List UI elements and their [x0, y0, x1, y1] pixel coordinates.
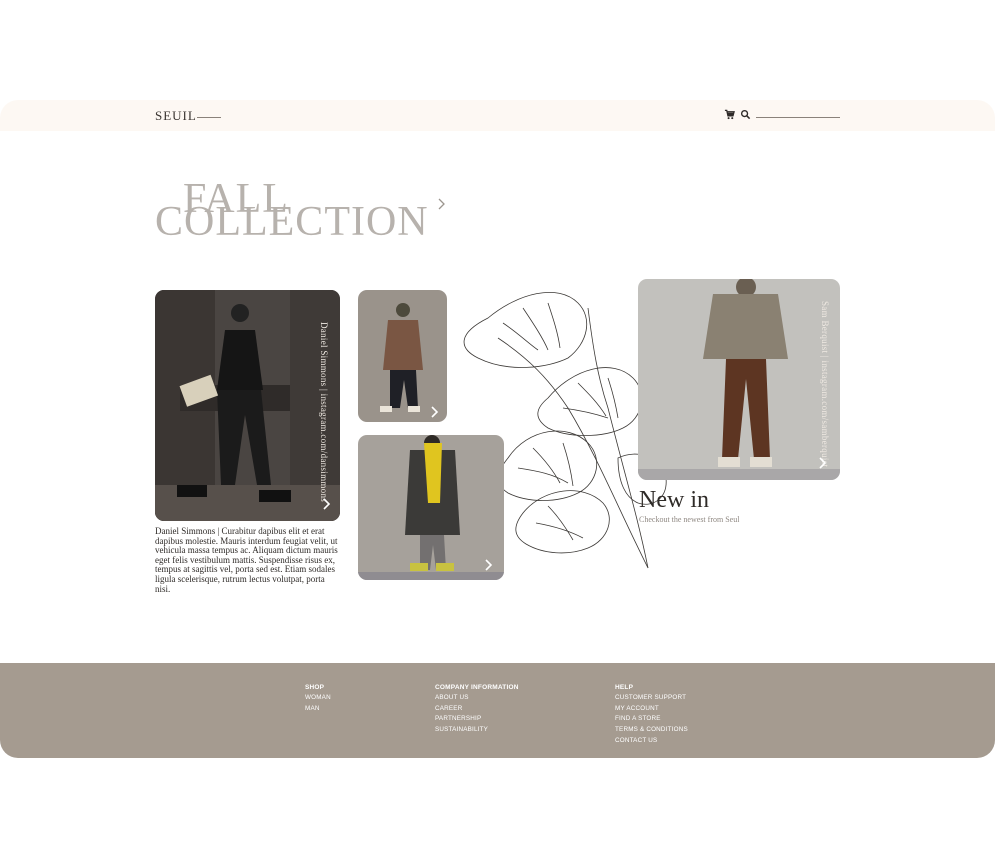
footer-heading-help: HELP: [615, 684, 634, 691]
footer-link-terms[interactable]: TERMS & CONDITIONS: [615, 726, 688, 733]
chevron-right-icon[interactable]: [320, 497, 332, 511]
chevron-right-icon[interactable]: [435, 196, 447, 212]
footer-link-woman[interactable]: WOMAN: [305, 694, 331, 701]
cart-icon[interactable]: [724, 109, 735, 120]
top-navigation-bar: SEUIL: [0, 100, 995, 131]
logo[interactable]: SEUIL: [155, 108, 197, 124]
footer-link-about-us[interactable]: ABOUT US: [435, 694, 519, 701]
new-in-title[interactable]: New in: [639, 487, 709, 514]
footer: SHOP WOMAN MAN COMPANY INFORMATION ABOUT…: [0, 663, 995, 758]
card-caption: Daniel Simmons | Curabitur dapibus elit …: [155, 526, 338, 594]
footer-link-customer-support[interactable]: CUSTOMER SUPPORT: [615, 694, 688, 701]
chevron-right-icon[interactable]: [482, 558, 494, 572]
product-photo-2: [358, 290, 447, 422]
new-in-subtitle: Checkout the newest from Seul: [639, 515, 740, 524]
footer-link-find-a-store[interactable]: FIND A STORE: [615, 715, 688, 722]
product-card-2[interactable]: [358, 290, 447, 422]
product-card-1[interactable]: Daniel Simmons | instagram.com/dansimmon…: [155, 290, 340, 521]
footer-heading-company: COMPANY INFORMATION: [435, 684, 519, 691]
logo-underline: [197, 117, 221, 118]
footer-company-column: COMPANY INFORMATION ABOUT US CAREER PART…: [435, 684, 519, 737]
footer-link-contact-us[interactable]: CONTACT US: [615, 737, 688, 744]
footer-shop-column: SHOP WOMAN MAN: [305, 684, 331, 715]
photo-credit-1: Daniel Simmons | instagram.com/dansimmon…: [319, 322, 329, 503]
hero-title-line2: COLLECTION: [155, 199, 429, 245]
search-icon[interactable]: [740, 109, 751, 120]
photo-credit-2: Sam Berquist | instagram.com/samberquist: [820, 301, 830, 468]
footer-link-my-account[interactable]: MY ACCOUNT: [615, 705, 688, 712]
product-card-4[interactable]: Sam Berquist | instagram.com/samberquist: [638, 279, 840, 480]
footer-heading-shop: SHOP: [305, 684, 325, 691]
product-photo-4: [638, 279, 840, 480]
product-card-3[interactable]: [358, 435, 504, 580]
chevron-right-icon[interactable]: [428, 405, 440, 419]
chevron-right-icon[interactable]: [816, 456, 828, 470]
footer-help-column: HELP CUSTOMER SUPPORT MY ACCOUNT FIND A …: [615, 684, 688, 747]
footer-link-sustainability[interactable]: SUSTAINABILITY: [435, 726, 519, 733]
footer-link-man[interactable]: MAN: [305, 705, 331, 712]
footer-link-partnership[interactable]: PARTNERSHIP: [435, 715, 519, 722]
footer-link-career[interactable]: CAREER: [435, 705, 519, 712]
search-input[interactable]: [756, 117, 840, 118]
product-photo-1: [155, 290, 340, 521]
